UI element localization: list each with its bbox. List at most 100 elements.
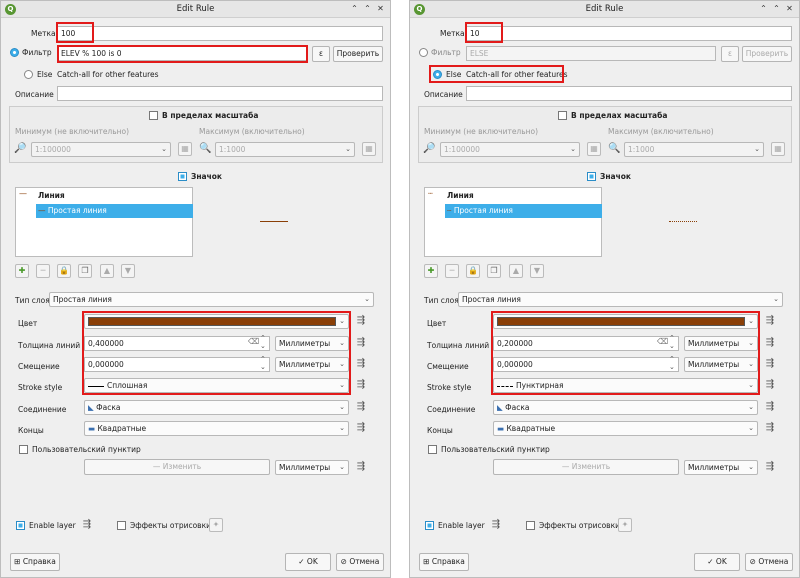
lock-icon[interactable]: 🔒 <box>57 264 71 278</box>
test-filter-button[interactable]: Проверить <box>333 46 383 62</box>
duplicate-icon[interactable]: ❐ <box>78 264 92 278</box>
custom-dash-checkbox[interactable] <box>428 445 437 454</box>
lock-icon[interactable]: 🔒 <box>466 264 480 278</box>
layer-type-combo[interactable]: Простая линия ⌄ <box>458 292 783 307</box>
symbol-checkbox[interactable] <box>587 172 596 181</box>
dash-unit-combo[interactable]: Миллиметры ⌄ <box>275 460 349 475</box>
cancel-button[interactable]: ⊘ Отмена <box>745 553 793 571</box>
filter-radio[interactable] <box>419 48 428 57</box>
min-scale-caption: Минимум (не включительно) <box>424 127 539 136</box>
max-scale-combo[interactable]: 1:1000 ⌄ <box>215 142 355 157</box>
join-style-combo[interactable]: ◣ Фаска ⌄ <box>84 400 349 415</box>
layer-type-combo[interactable]: Простая линия ⌄ <box>49 292 374 307</box>
data-defined-icon[interactable]: ⇶ <box>353 314 369 328</box>
else-radio[interactable] <box>24 70 33 79</box>
data-defined-icon[interactable]: ⇶ <box>353 336 369 350</box>
cap-style-combo[interactable]: ▬ Квадратные ⌄ <box>493 421 758 436</box>
effects-settings-icon[interactable]: ✦ <box>618 518 632 532</box>
tree-root-item[interactable]: Линия <box>447 191 474 200</box>
highlight-box <box>82 311 351 395</box>
add-layer-icon[interactable]: ✚ <box>15 264 29 278</box>
data-defined-icon[interactable]: ⇶ <box>353 378 369 392</box>
remove-layer-icon[interactable]: ━ <box>445 264 459 278</box>
cap-style-combo[interactable]: ▬ Квадратные ⌄ <box>84 421 349 436</box>
min-scale-combo[interactable]: 1:100000 ⌄ <box>31 142 171 157</box>
width-caption: Толщина линий <box>427 341 490 350</box>
close-icon[interactable]: ✕ <box>375 3 386 14</box>
keep-above-icon[interactable]: ⌃ <box>349 3 360 14</box>
tree-child-item[interactable]: ┄ Простая линия <box>445 204 602 218</box>
expression-button[interactable]: ε <box>721 46 739 62</box>
layer-type-caption: Тип слоя <box>424 296 459 305</box>
maximize-icon[interactable]: ⌃ <box>362 3 373 14</box>
symbol-checkbox[interactable] <box>178 172 187 181</box>
effects-checkbox[interactable] <box>117 521 126 530</box>
close-icon[interactable]: ✕ <box>784 3 795 14</box>
data-defined-icon[interactable]: ⇶ <box>353 421 369 435</box>
effects-checkbox[interactable] <box>526 521 535 530</box>
offset-caption: Смещение <box>427 362 469 371</box>
keep-above-icon[interactable]: ⌃ <box>758 3 769 14</box>
test-filter-button[interactable]: Проверить <box>742 46 792 62</box>
data-defined-icon[interactable]: ⇶ <box>353 357 369 371</box>
move-down-icon[interactable]: ▼ <box>121 264 135 278</box>
scale-checkbox[interactable] <box>149 111 158 120</box>
tree-child-item[interactable]: — Простая линия <box>36 204 193 218</box>
filter-input[interactable]: ELSE <box>466 46 716 61</box>
label-input[interactable]: 10 <box>466 26 792 41</box>
filter-radio[interactable] <box>10 48 19 57</box>
square-cap-icon: ▬ <box>497 424 505 433</box>
enable-layer-checkbox[interactable] <box>16 521 25 530</box>
data-defined-icon[interactable]: ⇶ <box>488 518 504 532</box>
stroke-style-caption: Stroke style <box>427 383 472 392</box>
data-defined-icon[interactable]: ⇶ <box>762 400 778 414</box>
join-style-combo[interactable]: ◣ Фаска ⌄ <box>493 400 758 415</box>
highlight-box <box>56 22 94 43</box>
highlight-box <box>491 311 760 395</box>
help-button[interactable]: ⊞ Справка <box>10 553 60 571</box>
custom-dash-checkbox[interactable] <box>19 445 28 454</box>
data-defined-icon[interactable]: ⇶ <box>762 378 778 392</box>
dash-unit-combo[interactable]: Миллиметры ⌄ <box>684 460 758 475</box>
description-input[interactable] <box>466 86 792 101</box>
help-button[interactable]: ⊞ Справка <box>419 553 469 571</box>
current-scale-icon[interactable]: ▦ <box>362 142 376 156</box>
scale-title: В пределах масштаба <box>571 111 668 120</box>
tree-root-item[interactable]: Линия <box>38 191 65 200</box>
line-symbol-icon: ┄ <box>428 189 433 198</box>
data-defined-icon[interactable]: ⇶ <box>762 357 778 371</box>
current-scale-icon[interactable]: ▦ <box>587 142 601 156</box>
duplicate-icon[interactable]: ❐ <box>487 264 501 278</box>
scale-checkbox[interactable] <box>558 111 567 120</box>
enable-layer-checkbox[interactable] <box>425 521 434 530</box>
description-input[interactable] <box>57 86 383 101</box>
move-up-icon[interactable]: ▲ <box>509 264 523 278</box>
custom-dash-caption: Пользовательский пунктир <box>32 445 141 454</box>
add-layer-icon[interactable]: ✚ <box>424 264 438 278</box>
ok-button[interactable]: ✓ OK <box>285 553 331 571</box>
effects-settings-icon[interactable]: ✦ <box>209 518 223 532</box>
symbol-title: Значок <box>191 172 222 181</box>
label-input[interactable]: 100 <box>57 26 383 41</box>
expression-button[interactable]: ε <box>312 46 330 62</box>
data-defined-icon[interactable]: ⇶ <box>353 460 369 474</box>
current-scale-icon[interactable]: ▦ <box>178 142 192 156</box>
max-scale-combo[interactable]: 1:1000 ⌄ <box>624 142 764 157</box>
maximize-icon[interactable]: ⌃ <box>771 3 782 14</box>
current-scale-icon[interactable]: ▦ <box>771 142 785 156</box>
data-defined-icon[interactable]: ⇶ <box>762 460 778 474</box>
cancel-button[interactable]: ⊘ Отмена <box>336 553 384 571</box>
data-defined-icon[interactable]: ⇶ <box>353 400 369 414</box>
remove-layer-icon[interactable]: ━ <box>36 264 50 278</box>
ok-button[interactable]: ✓ OK <box>694 553 740 571</box>
move-up-icon[interactable]: ▲ <box>100 264 114 278</box>
move-down-icon[interactable]: ▼ <box>530 264 544 278</box>
data-defined-icon[interactable]: ⇶ <box>762 421 778 435</box>
min-scale-caption: Минимум (не включительно) <box>15 127 130 136</box>
data-defined-icon[interactable]: ⇶ <box>79 518 95 532</box>
data-defined-icon[interactable]: ⇶ <box>762 314 778 328</box>
min-scale-combo[interactable]: 1:100000 ⌄ <box>440 142 580 157</box>
change-dash-button[interactable]: — Изменить <box>84 459 270 475</box>
change-dash-button[interactable]: — Изменить <box>493 459 679 475</box>
data-defined-icon[interactable]: ⇶ <box>762 336 778 350</box>
